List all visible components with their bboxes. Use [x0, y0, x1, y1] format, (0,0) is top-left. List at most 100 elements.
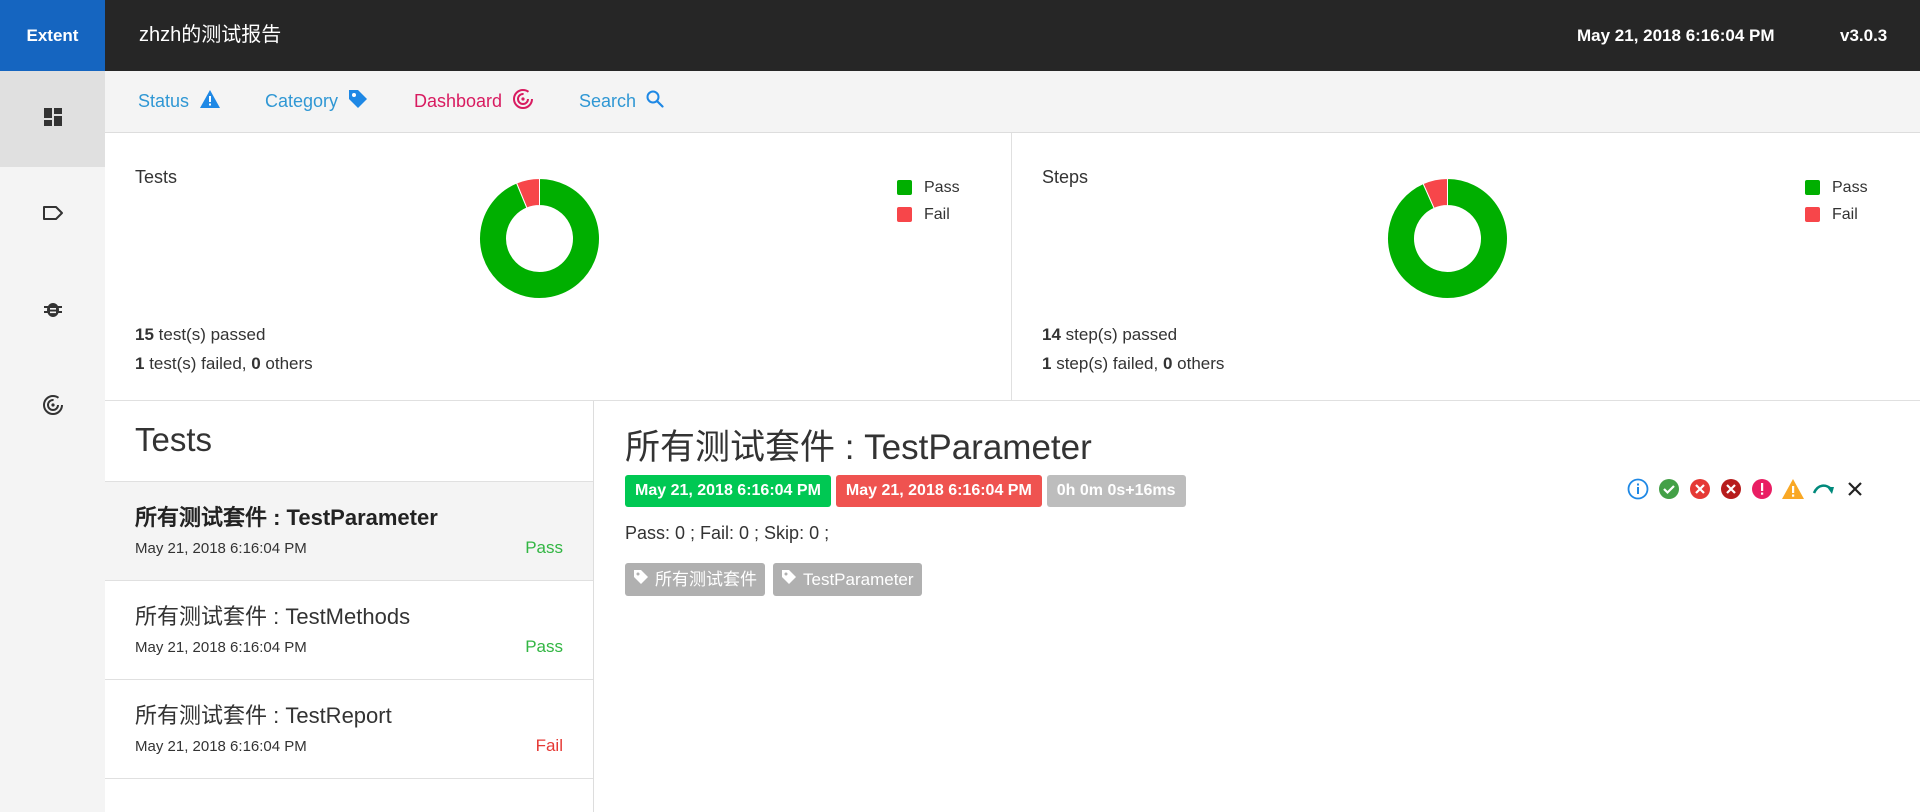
nav-bugs-view[interactable]	[0, 263, 105, 359]
filter-info-button[interactable]	[1626, 477, 1650, 501]
test-name: 所有测试套件 : TestMethods	[135, 604, 411, 629]
log-status-filters	[1626, 477, 1867, 501]
category-label: Category	[265, 91, 339, 111]
tests-passed-count: 15	[135, 325, 154, 344]
fatal-x-icon	[1721, 479, 1741, 499]
tests-chart-title: Tests	[135, 167, 178, 187]
filter-warning-button[interactable]	[1781, 477, 1805, 501]
chart-target-icon	[42, 394, 64, 421]
nav-tags-view[interactable]	[0, 167, 105, 263]
legend-pass-label: Pass	[1832, 178, 1868, 196]
tag-icon	[633, 563, 649, 596]
filter-skip-button[interactable]	[1812, 477, 1836, 501]
test-list-item[interactable]: 所有测试套件 : TestReport May 21, 2018 6:16:04…	[105, 680, 593, 779]
tests-others-text: others	[260, 354, 313, 373]
version-label: v3.0.3	[1840, 26, 1888, 45]
test-name: 所有测试套件 : TestParameter	[135, 505, 438, 530]
dashboard-grid-icon	[43, 107, 63, 132]
filter-clear-button[interactable]	[1843, 477, 1867, 501]
steps-legend: Pass Fail	[1805, 174, 1868, 228]
steps-others-text: others	[1172, 354, 1225, 373]
step-counts: Pass: 0 ; Fail: 0 ; Skip: 0 ;	[625, 523, 830, 543]
status-label: Status	[138, 91, 190, 111]
test-list-panel: Tests 所有测试套件 : TestParameter May 21, 201…	[105, 401, 594, 812]
category-filter-link[interactable]: Category	[265, 71, 368, 132]
tests-passed-text: test(s) passed	[153, 325, 266, 344]
skip-arrow-icon	[1812, 484, 1834, 494]
tests-failed-stat: 1 test(s) failed, 0 others	[135, 354, 313, 374]
test-time: May 21, 2018 6:16:04 PM	[135, 639, 307, 656]
steps-chart-title: Steps	[1042, 167, 1089, 187]
legend-pass[interactable]: Pass	[897, 174, 960, 201]
search-link[interactable]: Search	[579, 71, 664, 132]
tests-chart-card: Tests Pass Fail 15 test(s) passed 1 test…	[105, 133, 1012, 401]
donut-slice-pass[interactable]	[1387, 177, 1508, 299]
pass-check-icon	[1659, 479, 1679, 499]
bug-icon	[43, 299, 63, 324]
legend-pass[interactable]: Pass	[1805, 174, 1868, 201]
fail-x-icon	[1690, 479, 1710, 499]
tests-passed-stat: 15 test(s) passed	[135, 325, 265, 345]
pass-swatch	[897, 180, 912, 195]
dashboard-link[interactable]: Dashboard	[414, 71, 534, 132]
tests-failed-text: test(s) failed,	[144, 354, 252, 373]
filter-error-button[interactable]	[1750, 477, 1774, 501]
dashboard-label: Dashboard	[414, 91, 503, 111]
test-time: May 21, 2018 6:16:04 PM	[135, 738, 307, 755]
test-detail-panel: 所有测试套件 : TestParameter May 21, 2018 6:16…	[594, 401, 1920, 812]
side-nav	[0, 71, 106, 812]
test-status: Pass	[525, 538, 563, 557]
test-status: Fail	[535, 736, 563, 755]
test-list-title: Tests	[135, 421, 213, 458]
category-tag[interactable]: 所有测试套件	[625, 563, 765, 596]
warning-icon	[1782, 479, 1804, 499]
test-status: Pass	[525, 637, 563, 656]
nav-dashboard-view[interactable]	[0, 71, 105, 167]
test-detail-title: 所有测试套件 : TestParameter	[625, 428, 1092, 467]
legend-fail-label: Fail	[1832, 205, 1858, 223]
steps-chart-card: Steps Pass Fail 14 step(s) passed 1 step…	[1012, 133, 1920, 401]
test-list-item[interactable]: 所有测试套件 : TestMethods May 21, 2018 6:16:0…	[105, 581, 593, 680]
legend-fail[interactable]: Fail	[897, 201, 960, 228]
tag-icon	[781, 563, 797, 596]
search-icon	[646, 90, 664, 113]
error-icon	[1752, 479, 1772, 499]
tag-label: 所有测试套件	[655, 570, 757, 589]
test-time-badges: May 21, 2018 6:16:04 PM May 21, 2018 6:1…	[625, 475, 1186, 507]
nav-analytics-view[interactable]	[0, 359, 105, 455]
steps-passed-text: step(s) passed	[1060, 325, 1178, 344]
info-icon	[1627, 478, 1649, 500]
category-tags: 所有测试套件 TestParameter	[625, 563, 922, 596]
tag-icon	[348, 89, 368, 114]
warning-icon	[199, 89, 221, 114]
tests-donut-chart	[479, 177, 600, 299]
fail-swatch	[1805, 207, 1820, 222]
donut-slice-pass[interactable]	[479, 177, 600, 299]
steps-donut-chart	[1387, 177, 1508, 299]
test-list-item[interactable]: 所有测试套件 : TestParameter May 21, 2018 6:16…	[105, 482, 593, 581]
category-tag[interactable]: TestParameter	[773, 563, 922, 596]
report-date: May 21, 2018 6:16:04 PM	[1577, 26, 1775, 45]
tests-others-count: 0	[251, 354, 261, 373]
filter-fatal-button[interactable]	[1719, 477, 1743, 501]
steps-failed-stat: 1 step(s) failed, 0 others	[1042, 354, 1224, 374]
test-time: May 21, 2018 6:16:04 PM	[135, 540, 307, 557]
legend-pass-label: Pass	[924, 178, 960, 196]
fail-swatch	[897, 207, 912, 222]
status-filter-link[interactable]: Status	[138, 71, 221, 132]
legend-fail[interactable]: Fail	[1805, 201, 1868, 228]
tag-icon	[42, 205, 64, 226]
steps-failed-text: step(s) failed,	[1051, 354, 1163, 373]
tests-legend: Pass Fail	[897, 174, 960, 228]
steps-passed-stat: 14 step(s) passed	[1042, 325, 1177, 345]
brand-logo[interactable]: Extent	[0, 0, 105, 71]
test-name: 所有测试套件 : TestReport	[135, 703, 392, 728]
legend-fail-label: Fail	[924, 205, 950, 223]
duration-badge: 0h 0m 0s+16ms	[1046, 475, 1186, 507]
filter-fail-button[interactable]	[1688, 477, 1712, 501]
filter-pass-button[interactable]	[1657, 477, 1681, 501]
end-time-badge: May 21, 2018 6:16:04 PM	[835, 475, 1042, 507]
clear-x-icon	[1848, 482, 1862, 496]
search-label: Search	[579, 91, 637, 111]
tag-label: TestParameter	[803, 570, 914, 589]
